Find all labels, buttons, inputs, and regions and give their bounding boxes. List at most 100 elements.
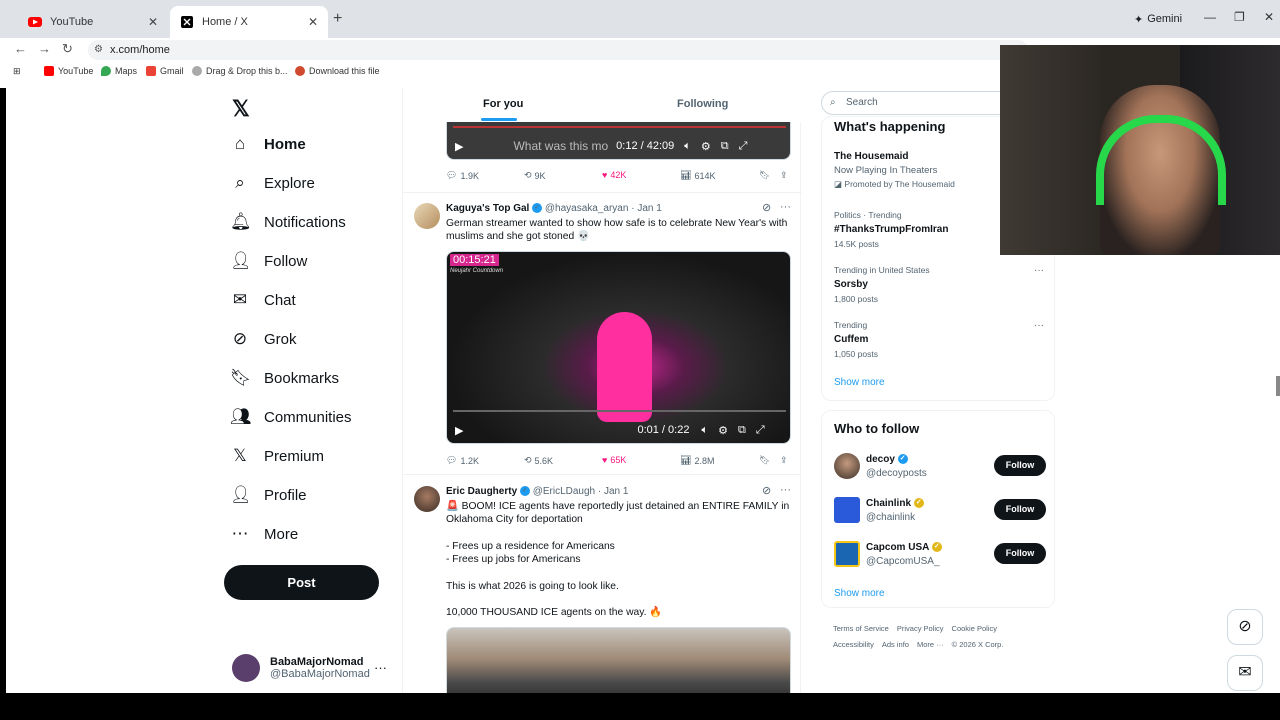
apps-icon[interactable]: ⊞ [13, 66, 21, 77]
nav-home[interactable]: ⌂ Home [230, 134, 306, 154]
author-handle[interactable]: @hayasaka_aryan [545, 203, 629, 214]
reply-button[interactable]: 💬︎ 1.2K [446, 455, 479, 466]
scrollbar[interactable] [1276, 376, 1280, 396]
views-button[interactable]: 📊︎ 614K [680, 170, 715, 181]
video-progress[interactable] [453, 126, 786, 128]
bookmark-icon[interactable]: 🔖︎ [759, 455, 770, 466]
new-tab-button[interactable]: + [333, 10, 342, 28]
more-icon[interactable]: ··· [1034, 320, 1044, 331]
close-tab-icon[interactable]: ✕ [148, 15, 158, 29]
restore-icon[interactable]: ❐ [1234, 10, 1245, 24]
post[interactable]: Eric Daugherty ✓ @EricLDaugh · Jan 1 ⊘ ·… [403, 474, 802, 693]
post-image[interactable] [446, 627, 791, 693]
like-button[interactable]: ♥ 65K [602, 455, 626, 465]
like-button[interactable]: ♥ 42K [602, 170, 626, 180]
follow-button[interactable]: Follow [994, 499, 1046, 520]
account-switcher[interactable]: BabaMajorNomad @BabaMajorNomad ··· [232, 654, 387, 682]
nav-chat[interactable]: ✉ Chat [230, 290, 296, 310]
author-name[interactable]: Eric Daugherty [446, 486, 517, 497]
minimize-icon[interactable]: — [1204, 10, 1216, 24]
repost-button[interactable]: ⟲ 5.6K [524, 455, 553, 466]
reload-icon[interactable]: ↻ [62, 41, 73, 57]
video-progress[interactable] [453, 410, 786, 412]
follow-button[interactable]: Follow [994, 543, 1046, 564]
nav-communities[interactable]: 👥︎ Communities [230, 407, 352, 427]
bookmark-icon[interactable]: 🔖︎ [759, 170, 770, 181]
footer-link[interactable]: Ads info [882, 640, 909, 649]
nav-explore[interactable]: ⌕ Explore [230, 173, 315, 193]
x-logo-icon[interactable]: 𝕏 [232, 96, 250, 122]
more-icon[interactable]: ··· [780, 484, 791, 496]
messages-fab-icon[interactable]: ✉ [1227, 655, 1263, 691]
play-icon[interactable]: ▶ [455, 140, 463, 153]
bookmark-download[interactable]: Download this file [295, 66, 380, 76]
repost-button[interactable]: ⟲ 9K [524, 170, 546, 181]
follow-suggestion[interactable]: decoy ✓ @decoyposts Follow [834, 453, 1046, 483]
site-info-icon[interactable]: ⚙ [94, 40, 103, 60]
post-date[interactable]: · Jan 1 [631, 203, 662, 214]
show-more-link[interactable]: Show more [834, 588, 885, 599]
back-icon[interactable]: ← [14, 41, 27, 56]
bookmark-maps[interactable]: Maps [101, 66, 137, 76]
address-bar[interactable]: ⚙ x.com/home [88, 40, 1028, 60]
nav-premium[interactable]: 𝕏 Premium [230, 446, 324, 466]
author-handle[interactable]: @EricLDaugh [533, 486, 595, 497]
footer-link[interactable]: Privacy Policy [897, 624, 944, 633]
volume-icon[interactable]: 🔈︎ [684, 140, 691, 153]
video-player[interactable]: 00:15:21 Neujahr Countdown ▶ 0:01 / 0:22… [446, 251, 791, 444]
post-date[interactable]: · Jan 1 [598, 486, 629, 497]
tab-for-you[interactable]: For you [483, 98, 523, 110]
more-icon[interactable]: ··· [374, 660, 387, 675]
avatar[interactable] [414, 486, 440, 512]
follow-suggestion[interactable]: Capcom USA ✓ @CapcomUSA_ Follow [834, 541, 1046, 571]
pip-icon[interactable]: ⧉ [738, 424, 746, 437]
settings-icon[interactable]: ⚙ [718, 424, 728, 437]
reply-button[interactable]: 💬︎ 1.9K [446, 170, 479, 181]
bookmark-youtube[interactable]: YouTube [44, 66, 93, 76]
footer-link[interactable]: Accessibility [833, 640, 874, 649]
tab-following[interactable]: Following [677, 98, 728, 110]
pip-icon[interactable]: ⧉ [721, 140, 729, 153]
tab-home-x[interactable]: Home / X ✕ [170, 6, 328, 38]
bookmark-drag-drop[interactable]: Drag & Drop this b... [192, 66, 288, 76]
author-name[interactable]: Kaguya's Top Gal [446, 203, 529, 214]
close-tab-icon[interactable]: ✕ [308, 15, 318, 29]
forward-icon[interactable]: → [38, 41, 51, 56]
x-icon: 𝕏 [233, 446, 247, 465]
follow-suggestion[interactable]: Chainlink ✓ @chainlink Follow [834, 497, 1046, 527]
nav-grok[interactable]: ⊘ Grok [230, 329, 297, 349]
footer-link[interactable]: Terms of Service [833, 624, 889, 633]
post[interactable]: Kaguya's Top Gal ✓ @hayasaka_aryan · Jan… [403, 192, 802, 474]
show-more-link[interactable]: Show more [834, 377, 885, 388]
nav-follow[interactable]: 👤︎ Follow [230, 251, 307, 271]
grok-fab-icon[interactable]: ⊘ [1227, 609, 1263, 645]
trend-item[interactable]: Trending in United States Sorsby 1,800 p… [834, 265, 1044, 304]
more-icon[interactable]: ··· [1034, 265, 1044, 276]
views-button[interactable]: 📊︎ 2.8M [680, 455, 714, 466]
post-button[interactable]: Post [224, 565, 379, 600]
trend-item[interactable]: Trending Cuffem 1,050 posts ··· [834, 320, 1044, 359]
volume-icon[interactable]: 🔈︎ [701, 424, 708, 437]
fullscreen-icon[interactable]: ⤢ [756, 424, 765, 437]
bookmark-gmail[interactable]: Gmail [146, 66, 184, 76]
grok-icon[interactable]: ⊘ [762, 201, 771, 214]
share-icon[interactable]: ⇪ [780, 455, 788, 466]
play-icon[interactable]: ▶ [455, 424, 463, 437]
close-window-icon[interactable]: ✕ [1264, 10, 1274, 24]
footer-link[interactable]: Cookie Policy [952, 624, 997, 633]
nav-profile[interactable]: 👤︎ Profile [230, 485, 307, 505]
follow-button[interactable]: Follow [994, 455, 1046, 476]
grok-icon[interactable]: ⊘ [762, 484, 771, 497]
footer-link[interactable]: More ··· [917, 640, 944, 649]
avatar[interactable] [414, 203, 440, 229]
video-player[interactable]: ▶ What was this mo 0:12 / 42:09 🔈︎ ⚙ ⧉ ⤢ [446, 122, 791, 160]
nav-more[interactable]: ⋯ More [230, 524, 299, 544]
settings-icon[interactable]: ⚙ [701, 140, 711, 153]
share-icon[interactable]: ⇪ [780, 170, 788, 181]
nav-notifications[interactable]: 🔔︎ Notifications [230, 212, 346, 232]
fullscreen-icon[interactable]: ⤢ [739, 140, 748, 153]
more-icon[interactable]: ··· [780, 201, 791, 213]
gemini-button[interactable]: ✦ Gemini [1126, 9, 1190, 29]
tab-youtube[interactable]: YouTube ✕ [18, 6, 168, 38]
nav-bookmarks[interactable]: 🔖︎ Bookmarks [230, 368, 339, 388]
